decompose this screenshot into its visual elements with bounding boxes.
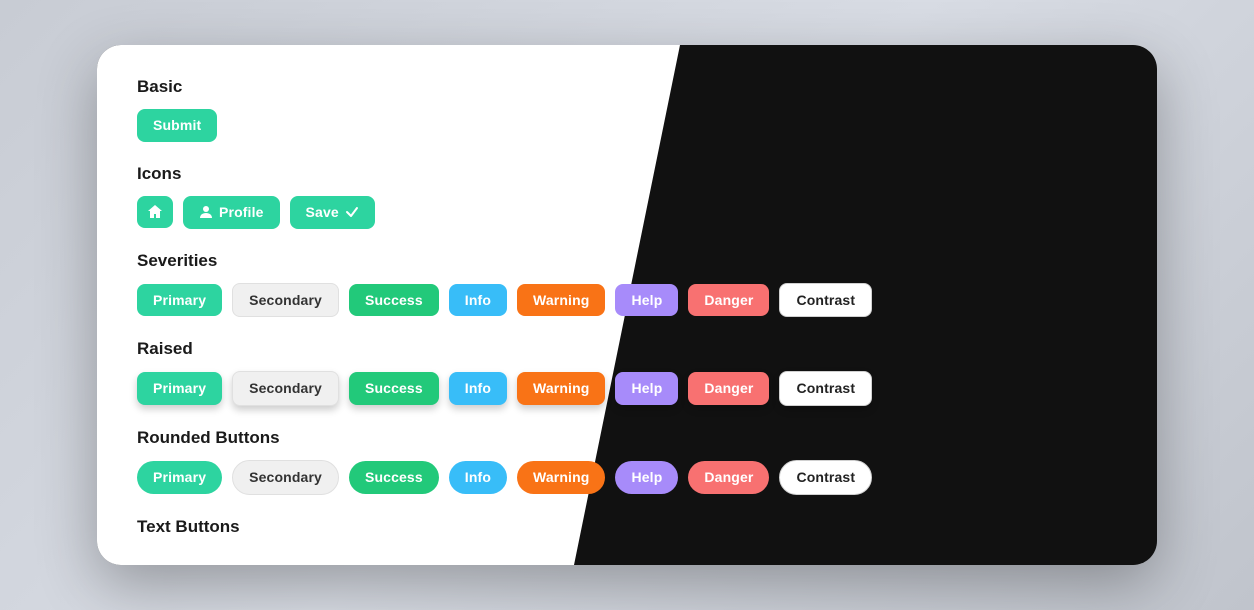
basic-btn-row: Submit (137, 109, 1117, 142)
sev-primary-button[interactable]: Primary (137, 284, 222, 317)
sev-danger-button[interactable]: Danger (688, 284, 769, 317)
section-rounded: Rounded Buttons Primary Secondary Succes… (137, 428, 1117, 495)
device-frame: Basic Submit Icons Profile (97, 45, 1157, 565)
sev-contrast-button[interactable]: Contrast (779, 283, 872, 318)
section-text-buttons-title: Text Buttons (137, 517, 1117, 537)
save-button[interactable]: Save (290, 196, 375, 229)
rounded-contrast-button[interactable]: Contrast (779, 460, 872, 495)
raised-btn-row: Primary Secondary Success Info Warning H… (137, 371, 1117, 406)
raised-danger-button[interactable]: Danger (688, 372, 769, 405)
rounded-secondary-button[interactable]: Secondary (232, 460, 339, 495)
section-raised: Raised Primary Secondary Success Info Wa… (137, 339, 1117, 406)
raised-primary-button[interactable]: Primary (137, 372, 222, 405)
sev-help-button[interactable]: Help (615, 284, 678, 317)
sev-info-button[interactable]: Info (449, 284, 507, 317)
sev-warning-button[interactable]: Warning (517, 284, 605, 317)
home-icon (147, 204, 163, 220)
raised-info-button[interactable]: Info (449, 372, 507, 405)
section-icons-title: Icons (137, 164, 1117, 184)
section-text-buttons: Text Buttons (137, 517, 1117, 537)
submit-button[interactable]: Submit (137, 109, 217, 142)
check-icon (345, 205, 359, 219)
sev-success-button[interactable]: Success (349, 284, 439, 317)
profile-icon (199, 205, 213, 219)
rounded-primary-button[interactable]: Primary (137, 461, 222, 494)
raised-help-button[interactable]: Help (615, 372, 678, 405)
rounded-info-button[interactable]: Info (449, 461, 507, 494)
save-label: Save (306, 204, 339, 221)
section-raised-title: Raised (137, 339, 1117, 359)
raised-contrast-button[interactable]: Contrast (779, 371, 872, 406)
profile-label: Profile (219, 204, 264, 221)
section-icons: Icons Profile Save (137, 164, 1117, 229)
section-severities: Severities Primary Secondary Success Inf… (137, 251, 1117, 318)
raised-warning-button[interactable]: Warning (517, 372, 605, 405)
section-basic-title: Basic (137, 77, 1117, 97)
rounded-help-button[interactable]: Help (615, 461, 678, 494)
rounded-success-button[interactable]: Success (349, 461, 439, 494)
section-rounded-title: Rounded Buttons (137, 428, 1117, 448)
section-basic: Basic Submit (137, 77, 1117, 142)
icons-btn-row: Profile Save (137, 196, 1117, 229)
raised-success-button[interactable]: Success (349, 372, 439, 405)
home-icon-button[interactable] (137, 196, 173, 228)
rounded-danger-button[interactable]: Danger (688, 461, 769, 494)
rounded-warning-button[interactable]: Warning (517, 461, 605, 494)
rounded-btn-row: Primary Secondary Success Info Warning H… (137, 460, 1117, 495)
raised-secondary-button[interactable]: Secondary (232, 371, 339, 406)
profile-button[interactable]: Profile (183, 196, 280, 229)
section-severities-title: Severities (137, 251, 1117, 271)
content-area: Basic Submit Icons Profile (97, 45, 1157, 565)
sev-secondary-button[interactable]: Secondary (232, 283, 339, 318)
severities-btn-row: Primary Secondary Success Info Warning H… (137, 283, 1117, 318)
